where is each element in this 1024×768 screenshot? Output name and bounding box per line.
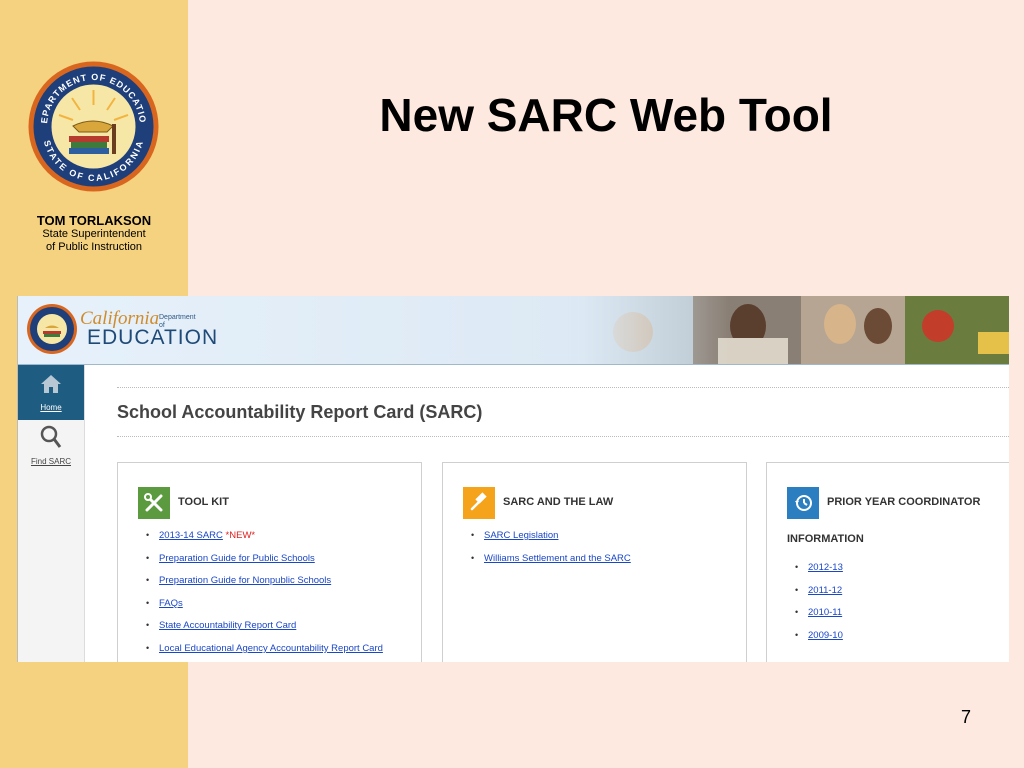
- link-2013-14-sarc[interactable]: 2013-14 SARC: [159, 530, 223, 541]
- page-heading: School Accountability Report Card (SARC): [117, 402, 483, 422]
- list-item: Preparation Guide for Nonpublic Schools: [146, 575, 383, 598]
- list-item: SARC Legislation: [471, 530, 631, 553]
- link-faqs[interactable]: FAQs: [159, 598, 183, 609]
- list-item: Williams Settlement and the SARC: [471, 553, 631, 576]
- link-2011-12[interactable]: 2011-12: [808, 585, 842, 596]
- sarc-website-screenshot: California Department of EDUCATION Home …: [17, 296, 1009, 662]
- divider-top: [117, 387, 1009, 388]
- official-name: TOM TORLAKSON: [36, 213, 152, 228]
- tools-icon: [138, 487, 170, 519]
- list-item: Preparation Guide for Public Schools: [146, 553, 383, 576]
- slide-title: New SARC Web Tool: [379, 89, 833, 141]
- link-2012-13[interactable]: 2012-13: [808, 562, 843, 573]
- list-item: 2013-14 SARC *NEW*: [146, 530, 383, 553]
- nav-find-sarc[interactable]: Find SARC: [18, 423, 84, 473]
- prior-year-links: 2012-13 2011-12 2010-11 2009-10: [795, 562, 843, 652]
- official-block: TOM TORLAKSON State Superintendent of Pu…: [0, 213, 188, 254]
- link-williams-settlement[interactable]: Williams Settlement and the SARC: [484, 553, 631, 564]
- list-item: 2009-10: [795, 630, 843, 653]
- card-sarc-and-the-law: SARC AND THE LAW SARC Legislation Willia…: [442, 462, 747, 662]
- nav-home-label[interactable]: Home: [18, 403, 84, 412]
- link-prep-guide-public[interactable]: Preparation Guide for Public Schools: [159, 553, 315, 564]
- official-title-line2: of Public Instruction: [46, 241, 142, 253]
- left-nav: Home Find SARC: [18, 365, 85, 662]
- card-prior-year-title: PRIOR YEAR COORDINATOR: [827, 496, 981, 508]
- history-icon: [787, 487, 819, 519]
- card-prior-year-subtitle: INFORMATION: [787, 533, 864, 545]
- list-item: FAQs: [146, 598, 383, 621]
- list-item: 2011-12: [795, 585, 843, 608]
- header-photo-collage: [578, 296, 1009, 364]
- link-lea-accountability[interactable]: Local Educational Agency Accountability …: [159, 643, 383, 654]
- cde-header: California Department of EDUCATION: [18, 296, 1009, 365]
- list-item: Local Educational Agency Accountability …: [146, 643, 383, 662]
- tool-kit-links: 2013-14 SARC *NEW* Preparation Guide for…: [146, 530, 383, 662]
- card-prior-year: PRIOR YEAR COORDINATOR INFORMATION 2012-…: [766, 462, 1009, 662]
- nav-home[interactable]: Home: [18, 365, 84, 420]
- link-2010-11[interactable]: 2010-11: [808, 607, 842, 618]
- divider-bottom: [117, 436, 1009, 437]
- link-sarc-legislation[interactable]: SARC Legislation: [484, 530, 558, 541]
- list-item: 2012-13: [795, 562, 843, 585]
- gavel-icon: [463, 487, 495, 519]
- department-of-education-seal: DEPARTMENT OF EDUCATION STATE OF CALIFOR…: [27, 60, 159, 192]
- search-icon: [40, 425, 62, 448]
- home-icon: [41, 375, 61, 393]
- link-prep-guide-nonpublic[interactable]: Preparation Guide for Nonpublic Schools: [159, 575, 331, 586]
- law-links: SARC Legislation Williams Settlement and…: [471, 530, 631, 575]
- card-law-title: SARC AND THE LAW: [503, 496, 614, 508]
- wordmark-education: EDUCATION: [87, 326, 219, 349]
- page-number: 7: [960, 707, 971, 727]
- nav-find-sarc-label[interactable]: Find SARC: [18, 457, 84, 466]
- link-state-accountability[interactable]: State Accountability Report Card: [159, 620, 296, 631]
- card-tool-kit: TOOL KIT 2013-14 SARC *NEW* Preparation …: [117, 462, 422, 662]
- cde-seal-logo[interactable]: [26, 303, 78, 355]
- list-item: 2010-11: [795, 607, 843, 630]
- list-item: State Accountability Report Card: [146, 620, 383, 643]
- official-title-line1: State Superintendent: [42, 228, 146, 240]
- card-tool-kit-title: TOOL KIT: [178, 496, 229, 508]
- new-badge: *NEW*: [225, 530, 256, 541]
- link-2009-10[interactable]: 2009-10: [808, 630, 843, 641]
